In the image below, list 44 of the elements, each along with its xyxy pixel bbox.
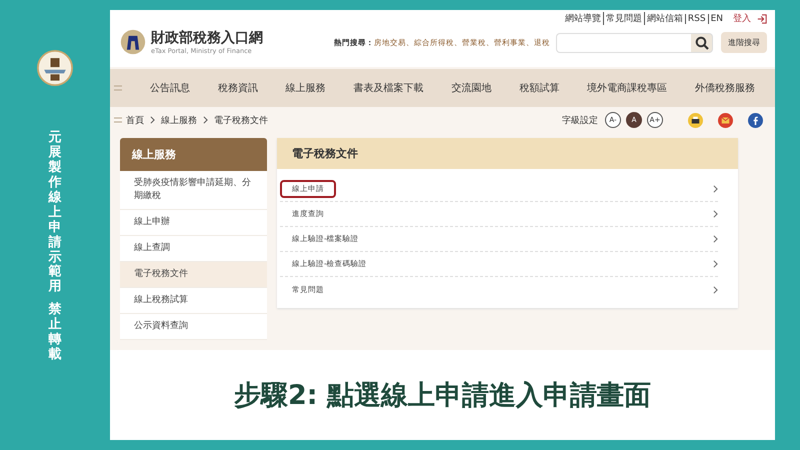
top-link[interactable]: 常見問題 <box>602 12 642 25</box>
nav-item[interactable]: 外僑稅務服務 <box>695 81 755 95</box>
emblem-icon <box>120 28 146 54</box>
nav-item[interactable]: 稅務資訊 <box>218 81 258 95</box>
login-link[interactable]: 登入 <box>733 12 751 25</box>
font-size-label: 字級設定 <box>562 114 598 126</box>
sidebar-item[interactable]: 線上申辦 <box>120 210 267 236</box>
sidebar-title: 線上服務 <box>120 138 267 171</box>
step-caption: 步驟2: 點選線上申請進入申請畫面 <box>233 379 652 413</box>
sidebar-item[interactable]: 公示資料查詢 <box>120 314 267 340</box>
nav-item[interactable]: 境外電商課稅專區 <box>587 81 668 95</box>
chevron-icon <box>150 116 155 124</box>
nav-item[interactable]: 交流園地 <box>451 81 492 95</box>
nav-item[interactable]: 書表及檔案下載 <box>354 81 424 95</box>
breadcrumb-link[interactable]: 線上服務 <box>161 114 197 126</box>
top-link[interactable]: 網站導覽 <box>564 12 601 25</box>
printer-icon[interactable] <box>688 112 703 128</box>
panel-title: 電子稅務文件 <box>277 138 738 169</box>
chevron-icon <box>713 286 718 294</box>
nav-item[interactable]: 線上服務 <box>286 81 326 95</box>
mail-icon[interactable] <box>718 112 733 128</box>
side-note: 禁止轉載 <box>48 303 62 364</box>
top-link[interactable]: 網站信箱 <box>644 12 683 25</box>
menu-icon <box>114 117 122 123</box>
top-link[interactable]: EN <box>708 14 723 24</box>
chevron-icon <box>713 260 718 268</box>
advanced-search-button[interactable]: 進階搜尋 <box>721 32 767 53</box>
breadcrumb-link[interactable]: 首頁 <box>126 114 144 126</box>
sidebar-item[interactable]: 電子稅務文件 <box>120 262 267 288</box>
top-link[interactable]: RSS <box>684 14 706 24</box>
login-icon[interactable] <box>757 14 767 24</box>
facebook-icon[interactable] <box>748 112 763 128</box>
site-title: 財政部稅務入口網 <box>151 28 263 46</box>
chevron-icon <box>713 235 718 243</box>
nav-item[interactable]: 公告訊息 <box>150 81 190 95</box>
sidebar-item[interactable]: 受肺炎疫情影響申請延期、分期繳稅 <box>120 171 267 210</box>
nav-item[interactable]: 稅額試算 <box>519 81 560 95</box>
breadcrumb-link[interactable]: 電子稅務文件 <box>214 114 268 126</box>
chevron-icon <box>713 210 718 218</box>
chevron-icon <box>713 185 718 193</box>
side-note: 元展製作線上申請示範用 <box>48 131 62 296</box>
logo-icon <box>37 50 73 86</box>
sidebar-item[interactable]: 線上稅務試算 <box>120 288 267 314</box>
chevron-icon <box>203 116 208 124</box>
